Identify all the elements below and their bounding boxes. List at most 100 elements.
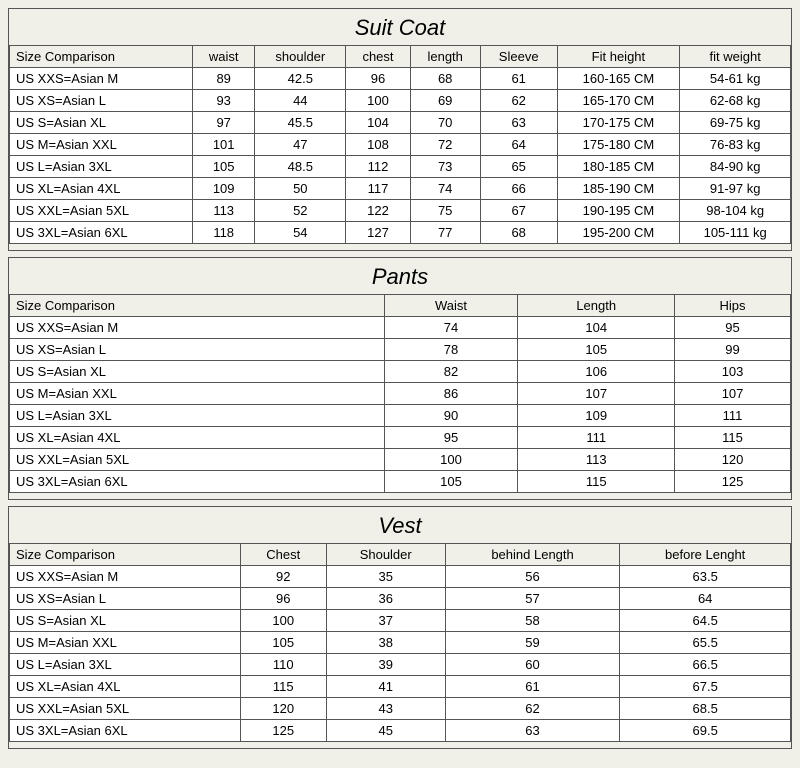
suitCoat-header-7: fit weight	[680, 46, 791, 68]
table-row: US S=Asian XL82106103	[10, 361, 791, 383]
pants-cell-0-2: 104	[518, 317, 675, 339]
suitCoat-cell-1-1: 93	[193, 90, 255, 112]
vest-cell-2-0: US S=Asian XL	[10, 610, 241, 632]
suitCoat-header-6: Fit height	[557, 46, 680, 68]
pants-cell-4-0: US L=Asian 3XL	[10, 405, 385, 427]
suitCoat-cell-5-6: 185-190 CM	[557, 178, 680, 200]
table-row: US L=Asian 3XL90109111	[10, 405, 791, 427]
vest-title: Vest	[9, 507, 791, 543]
vest-cell-4-1: 110	[240, 654, 326, 676]
suitCoat-cell-3-3: 108	[346, 134, 410, 156]
suitCoat-cell-2-1: 97	[193, 112, 255, 134]
pants-cell-4-1: 90	[384, 405, 518, 427]
suitCoat-cell-1-0: US XS=Asian L	[10, 90, 193, 112]
vest-cell-0-0: US XXS=Asian M	[10, 566, 241, 588]
pants-cell-3-0: US M=Asian XXL	[10, 383, 385, 405]
suitCoat-cell-7-0: US 3XL=Asian 6XL	[10, 222, 193, 244]
suitCoat-cell-3-1: 101	[193, 134, 255, 156]
table-row: US L=Asian 3XL10548.51127365180-185 CM84…	[10, 156, 791, 178]
vest-section: Vest Size ComparisonChestShoulderbehind …	[8, 506, 792, 749]
suitCoat-cell-6-1: 113	[193, 200, 255, 222]
vest-cell-1-1: 96	[240, 588, 326, 610]
suitCoat-cell-2-6: 170-175 CM	[557, 112, 680, 134]
suitCoat-cell-0-4: 68	[410, 68, 480, 90]
suitCoat-cell-5-2: 50	[255, 178, 346, 200]
pants-cell-4-2: 109	[518, 405, 675, 427]
pants-cell-7-0: US 3XL=Asian 6XL	[10, 471, 385, 493]
table-row: US XS=Asian L93441006962165-170 CM62-68 …	[10, 90, 791, 112]
table-row: US XXL=Asian 5XL120436268.5	[10, 698, 791, 720]
suitCoat-cell-3-7: 76-83 kg	[680, 134, 791, 156]
vest-cell-3-2: 38	[326, 632, 445, 654]
pants-cell-2-1: 82	[384, 361, 518, 383]
pants-header-3: Hips	[675, 295, 791, 317]
suitCoat-cell-0-1: 89	[193, 68, 255, 90]
pants-cell-1-3: 99	[675, 339, 791, 361]
pants-cell-1-1: 78	[384, 339, 518, 361]
suit-coat-title: Suit Coat	[9, 9, 791, 45]
suitCoat-header-5: Sleeve	[480, 46, 557, 68]
suitCoat-cell-4-0: US L=Asian 3XL	[10, 156, 193, 178]
table-row: US 3XL=Asian 6XL105115125	[10, 471, 791, 493]
suitCoat-cell-1-5: 62	[480, 90, 557, 112]
vest-header-2: Shoulder	[326, 544, 445, 566]
vest-cell-1-4: 64	[620, 588, 791, 610]
pants-cell-6-2: 113	[518, 449, 675, 471]
suitCoat-cell-7-2: 54	[255, 222, 346, 244]
pants-cell-1-2: 105	[518, 339, 675, 361]
suitCoat-cell-7-4: 77	[410, 222, 480, 244]
suitCoat-cell-4-2: 48.5	[255, 156, 346, 178]
vest-cell-3-0: US M=Asian XXL	[10, 632, 241, 654]
vest-cell-6-3: 62	[445, 698, 620, 720]
suitCoat-cell-4-4: 73	[410, 156, 480, 178]
pants-cell-5-3: 115	[675, 427, 791, 449]
vest-cell-1-2: 36	[326, 588, 445, 610]
suitCoat-header-0: Size Comparison	[10, 46, 193, 68]
suitCoat-cell-3-0: US M=Asian XXL	[10, 134, 193, 156]
suitCoat-cell-7-7: 105-111 kg	[680, 222, 791, 244]
vest-cell-7-3: 63	[445, 720, 620, 742]
suitCoat-cell-6-4: 75	[410, 200, 480, 222]
pants-cell-2-0: US S=Asian XL	[10, 361, 385, 383]
table-row: US L=Asian 3XL110396066.5	[10, 654, 791, 676]
suitCoat-header-2: shoulder	[255, 46, 346, 68]
suitCoat-cell-0-0: US XXS=Asian M	[10, 68, 193, 90]
pants-header-1: Waist	[384, 295, 518, 317]
pants-header-2: Length	[518, 295, 675, 317]
suitCoat-cell-4-3: 112	[346, 156, 410, 178]
pants-cell-2-2: 106	[518, 361, 675, 383]
suitCoat-cell-6-5: 67	[480, 200, 557, 222]
suitCoat-cell-6-2: 52	[255, 200, 346, 222]
suitCoat-cell-3-5: 64	[480, 134, 557, 156]
vest-header-4: before Lenght	[620, 544, 791, 566]
vest-cell-1-3: 57	[445, 588, 620, 610]
suitCoat-header-1: waist	[193, 46, 255, 68]
suitCoat-cell-3-6: 175-180 CM	[557, 134, 680, 156]
suit-coat-section: Suit Coat Size Comparisonwaistshoulderch…	[8, 8, 792, 251]
vest-header-0: Size Comparison	[10, 544, 241, 566]
suitCoat-cell-4-1: 105	[193, 156, 255, 178]
pants-cell-7-1: 105	[384, 471, 518, 493]
vest-cell-7-1: 125	[240, 720, 326, 742]
pants-cell-0-0: US XXS=Asian M	[10, 317, 385, 339]
pants-cell-6-0: US XXL=Asian 5XL	[10, 449, 385, 471]
suitCoat-cell-7-6: 195-200 CM	[557, 222, 680, 244]
table-row: US XL=Asian 4XL95111115	[10, 427, 791, 449]
suitCoat-cell-2-0: US S=Asian XL	[10, 112, 193, 134]
vest-cell-4-2: 39	[326, 654, 445, 676]
vest-cell-4-0: US L=Asian 3XL	[10, 654, 241, 676]
pants-cell-0-3: 95	[675, 317, 791, 339]
pants-title: Pants	[9, 258, 791, 294]
suit-coat-header-row: Size ComparisonwaistshoulderchestlengthS…	[10, 46, 791, 68]
suitCoat-cell-4-5: 65	[480, 156, 557, 178]
vest-cell-2-1: 100	[240, 610, 326, 632]
suitCoat-cell-5-1: 109	[193, 178, 255, 200]
pants-cell-2-3: 103	[675, 361, 791, 383]
suitCoat-cell-2-3: 104	[346, 112, 410, 134]
vest-cell-3-3: 59	[445, 632, 620, 654]
table-row: US XXS=Asian M7410495	[10, 317, 791, 339]
pants-cell-6-3: 120	[675, 449, 791, 471]
pants-section: Pants Size ComparisonWaistLengthHips US …	[8, 257, 792, 500]
suitCoat-cell-1-6: 165-170 CM	[557, 90, 680, 112]
suitCoat-cell-1-2: 44	[255, 90, 346, 112]
